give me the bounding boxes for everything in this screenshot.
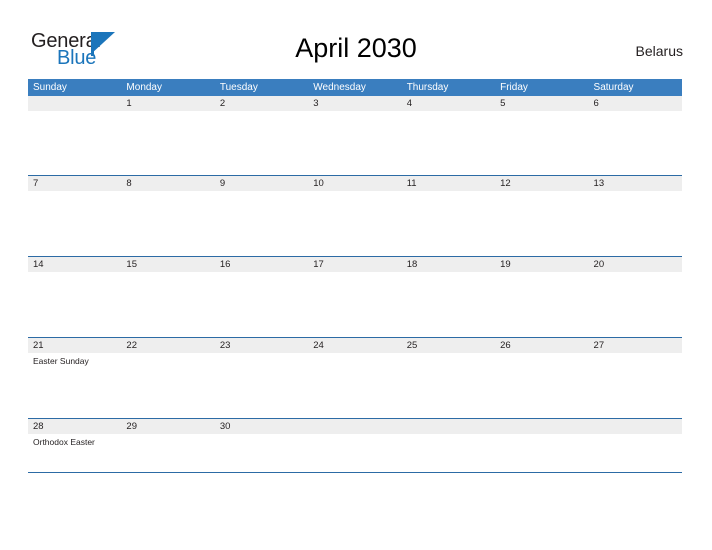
day-number[interactable]: 14 bbox=[28, 257, 121, 272]
week-date-band: 28 29 30 bbox=[28, 419, 682, 434]
day-number[interactable] bbox=[402, 419, 495, 434]
day-event bbox=[589, 434, 682, 472]
day-number[interactable]: 10 bbox=[308, 176, 401, 191]
day-number[interactable]: 1 bbox=[121, 96, 214, 111]
day-number[interactable]: 15 bbox=[121, 257, 214, 272]
day-number[interactable]: 20 bbox=[589, 257, 682, 272]
day-number[interactable]: 2 bbox=[215, 96, 308, 111]
week-event-body bbox=[28, 272, 682, 337]
dow-header-wednesday: Wednesday bbox=[313, 82, 366, 93]
day-of-week-header-row: Sunday Monday Tuesday Wednesday Thursday… bbox=[28, 79, 682, 96]
day-event bbox=[121, 272, 214, 337]
day-event bbox=[589, 111, 682, 175]
dow-header-thursday: Thursday bbox=[406, 82, 449, 93]
calendar-week-row: 21 22 23 24 25 26 27 Easter Sunday bbox=[28, 337, 682, 418]
day-number[interactable]: 6 bbox=[589, 96, 682, 111]
day-number[interactable]: 13 bbox=[589, 176, 682, 191]
day-number[interactable]: 7 bbox=[28, 176, 121, 191]
week-event-body bbox=[28, 191, 682, 256]
week-date-band: 14 15 16 17 18 19 20 bbox=[28, 257, 682, 272]
day-event bbox=[495, 191, 588, 256]
day-event bbox=[215, 272, 308, 337]
day-event bbox=[308, 111, 401, 175]
day-number[interactable]: 25 bbox=[402, 338, 495, 353]
week-event-body: Orthodox Easter bbox=[28, 434, 682, 472]
country-label: Belarus bbox=[635, 43, 683, 59]
day-event bbox=[28, 111, 121, 175]
day-event bbox=[589, 353, 682, 418]
day-event bbox=[121, 434, 214, 472]
day-number[interactable]: 26 bbox=[495, 338, 588, 353]
page-title: April 2030 bbox=[295, 33, 417, 63]
day-event: Orthodox Easter bbox=[33, 437, 95, 447]
page-header: General Blue April 2030 Belarus bbox=[0, 0, 712, 79]
day-number[interactable] bbox=[28, 96, 121, 111]
day-event bbox=[215, 434, 308, 472]
week-date-band: 21 22 23 24 25 26 27 bbox=[28, 338, 682, 353]
calendar-grid: Sunday Monday Tuesday Wednesday Thursday… bbox=[28, 79, 682, 473]
day-event bbox=[308, 434, 401, 472]
week-date-band: 1 2 3 4 5 6 bbox=[28, 96, 682, 111]
day-number[interactable]: 17 bbox=[308, 257, 401, 272]
day-event: Easter Sunday bbox=[33, 356, 89, 366]
day-event bbox=[121, 191, 214, 256]
dow-header-tuesday: Tuesday bbox=[219, 82, 258, 93]
day-number[interactable]: 24 bbox=[308, 338, 401, 353]
week-event-body bbox=[28, 111, 682, 175]
day-event bbox=[495, 353, 588, 418]
day-number[interactable]: 30 bbox=[215, 419, 308, 434]
day-event bbox=[589, 191, 682, 256]
day-number[interactable]: 19 bbox=[495, 257, 588, 272]
day-number[interactable] bbox=[495, 419, 588, 434]
day-event bbox=[308, 191, 401, 256]
day-number[interactable]: 27 bbox=[589, 338, 682, 353]
calendar-week-row: 1 2 3 4 5 6 bbox=[28, 96, 682, 175]
week-date-band: 7 8 9 10 11 12 13 bbox=[28, 176, 682, 191]
week-event-body: Easter Sunday bbox=[28, 353, 682, 418]
day-event bbox=[402, 272, 495, 337]
dow-header-saturday: Saturday bbox=[593, 82, 634, 93]
day-event bbox=[402, 353, 495, 418]
dow-header-friday: Friday bbox=[500, 82, 528, 93]
day-number[interactable]: 4 bbox=[402, 96, 495, 111]
calendar-week-row: 7 8 9 10 11 12 13 bbox=[28, 175, 682, 256]
day-event bbox=[495, 111, 588, 175]
day-number[interactable]: 29 bbox=[121, 419, 214, 434]
day-number[interactable]: 11 bbox=[402, 176, 495, 191]
day-number[interactable]: 23 bbox=[215, 338, 308, 353]
day-event bbox=[121, 111, 214, 175]
day-number[interactable]: 12 bbox=[495, 176, 588, 191]
day-event bbox=[495, 272, 588, 337]
day-event bbox=[215, 353, 308, 418]
day-event bbox=[589, 272, 682, 337]
day-number[interactable]: 22 bbox=[121, 338, 214, 353]
day-event bbox=[308, 353, 401, 418]
day-event bbox=[402, 111, 495, 175]
day-number[interactable]: 3 bbox=[308, 96, 401, 111]
day-number[interactable]: 9 bbox=[215, 176, 308, 191]
day-number[interactable] bbox=[589, 419, 682, 434]
day-number[interactable]: 21 bbox=[28, 338, 121, 353]
dow-header-monday: Monday bbox=[126, 82, 162, 93]
day-event bbox=[308, 272, 401, 337]
day-event bbox=[402, 434, 495, 472]
calendar-bottom-divider bbox=[28, 472, 682, 473]
day-event bbox=[495, 434, 588, 472]
calendar-week-row: 14 15 16 17 18 19 20 bbox=[28, 256, 682, 337]
dow-header-sunday: Sunday bbox=[33, 82, 67, 93]
day-event bbox=[215, 111, 308, 175]
day-event bbox=[215, 191, 308, 256]
day-number[interactable]: 28 bbox=[28, 419, 121, 434]
day-number[interactable]: 5 bbox=[495, 96, 588, 111]
day-event bbox=[28, 272, 121, 337]
calendar-week-row: 28 29 30 Orthodox Easter bbox=[28, 418, 682, 472]
day-number[interactable]: 18 bbox=[402, 257, 495, 272]
day-event bbox=[121, 353, 214, 418]
day-number[interactable]: 16 bbox=[215, 257, 308, 272]
day-number[interactable] bbox=[308, 419, 401, 434]
day-event bbox=[402, 191, 495, 256]
day-number[interactable]: 8 bbox=[121, 176, 214, 191]
day-event bbox=[28, 191, 121, 256]
